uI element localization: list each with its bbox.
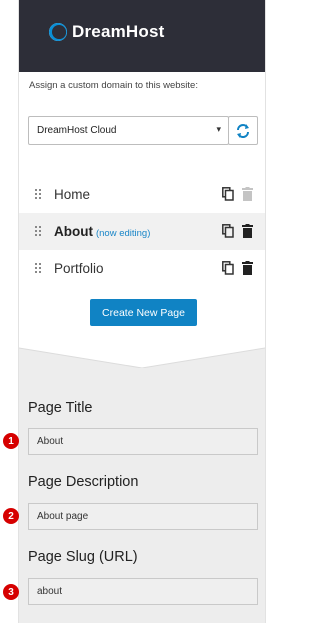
callout-marker-3: 3 <box>3 584 19 600</box>
page-label: About (now editing) <box>54 224 150 239</box>
copy-icon[interactable] <box>222 187 234 201</box>
refresh-button[interactable] <box>228 116 258 145</box>
page-description-input[interactable]: About page <box>28 503 258 530</box>
callout-marker-2: 2 <box>3 508 19 524</box>
dreamhost-logo: DreamHost <box>49 20 165 44</box>
page-title-input[interactable]: About <box>28 428 258 455</box>
page-label: Home <box>54 187 91 202</box>
page-list: Home About (now editing) Portfolio <box>19 176 265 287</box>
domain-row: DreamHost Cloud ▾ <box>28 116 258 145</box>
trash-icon[interactable] <box>242 224 253 238</box>
page-title-label: Page Title <box>28 400 93 416</box>
page-slug-input[interactable]: about <box>28 578 258 605</box>
drag-handle-icon[interactable] <box>35 189 43 199</box>
domain-select[interactable]: DreamHost Cloud ▾ <box>28 116 229 145</box>
dreamhost-moon-icon <box>49 23 67 41</box>
now-editing-note: (now editing) <box>95 228 151 239</box>
page-label: Portfolio <box>54 261 104 276</box>
page-item-portfolio[interactable]: Portfolio <box>19 250 265 287</box>
page-slug-label: Page Slug (URL) <box>28 549 138 565</box>
refresh-icon <box>237 123 249 138</box>
page-item-home[interactable]: Home <box>19 176 265 213</box>
domain-select-value: DreamHost Cloud <box>37 125 117 136</box>
trash-icon[interactable] <box>242 187 253 201</box>
page-label-text: About <box>54 224 93 239</box>
page-item-about[interactable]: About (now editing) <box>19 213 265 250</box>
copy-icon[interactable] <box>222 224 234 238</box>
caret-down-icon: ▾ <box>216 124 221 134</box>
page-description-label: Page Description <box>28 474 139 490</box>
drag-handle-icon[interactable] <box>35 263 43 273</box>
site-panel: DreamHost Assign a custom domain to this… <box>18 0 266 623</box>
brand-name: DreamHost <box>72 22 165 41</box>
copy-icon[interactable] <box>222 261 234 275</box>
app-header: DreamHost <box>19 0 265 72</box>
assign-domain-text: Assign a custom domain to this website: <box>29 80 198 91</box>
trash-icon[interactable] <box>242 261 253 275</box>
callout-marker-1: 1 <box>3 433 19 449</box>
create-new-page-button[interactable]: Create New Page <box>90 299 197 326</box>
section-divider-chevron <box>19 346 265 368</box>
drag-handle-icon[interactable] <box>35 226 43 236</box>
